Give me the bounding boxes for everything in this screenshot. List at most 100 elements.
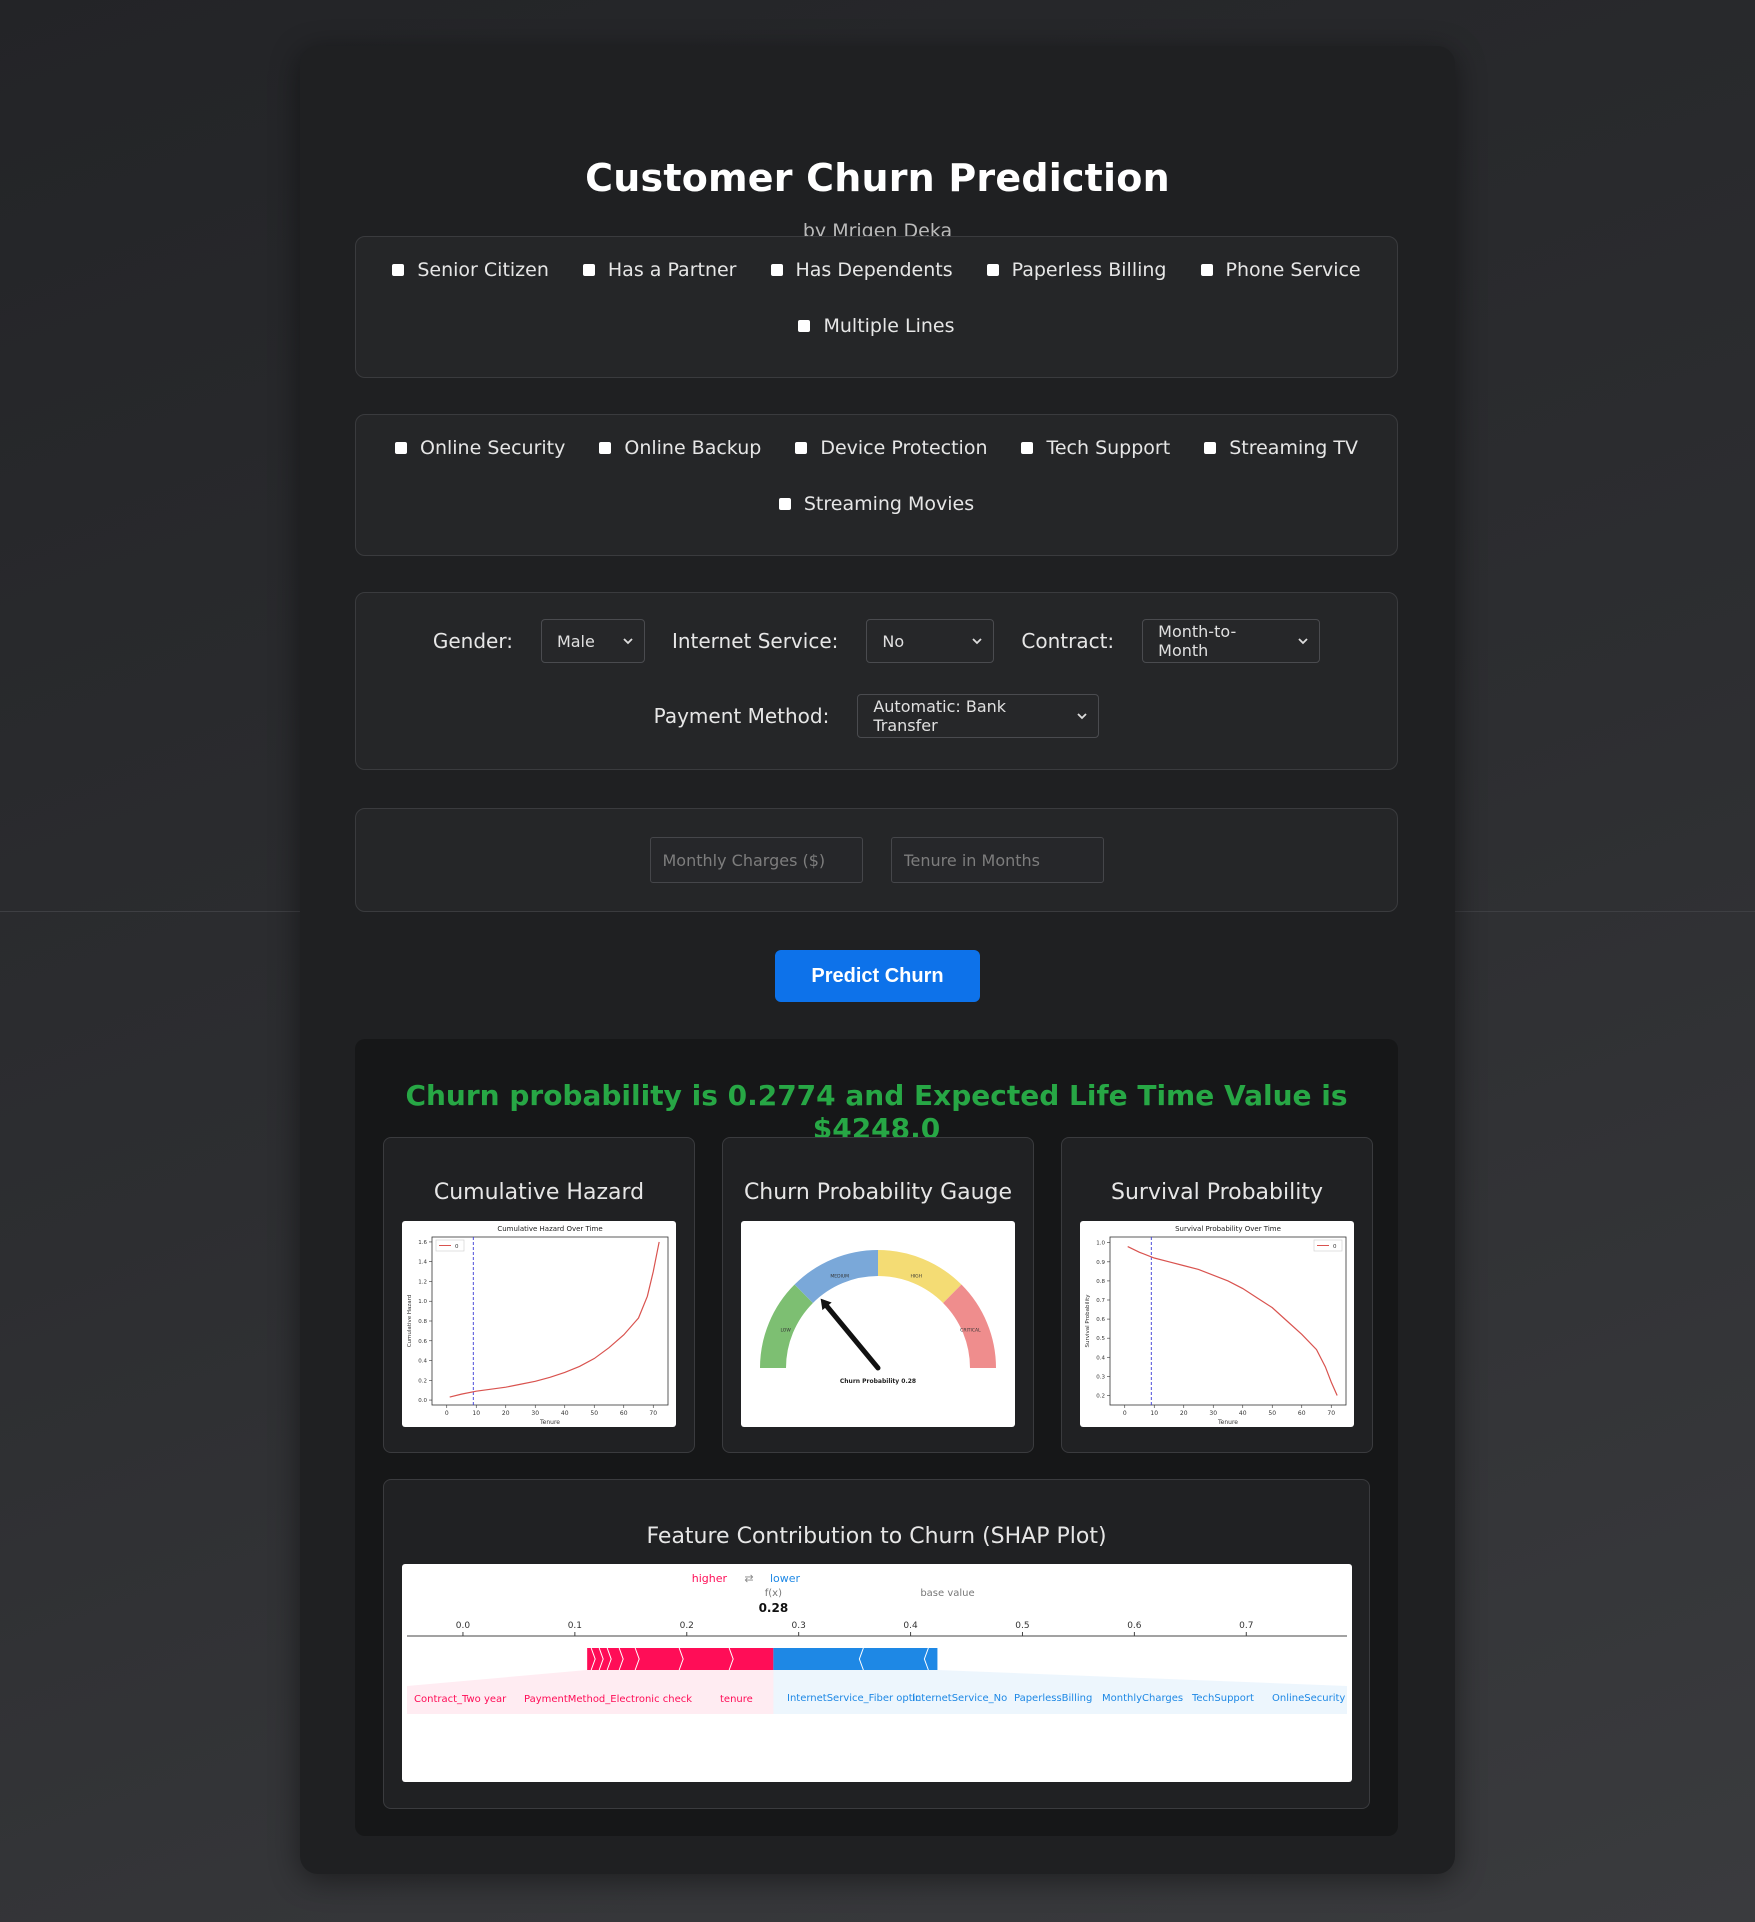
checkbox-has-dependents[interactable]: Has Dependents xyxy=(770,259,953,281)
contract-label: Contract: xyxy=(1021,629,1115,653)
contract-select[interactable]: Month-to-Month xyxy=(1142,619,1321,663)
hazard-x-tick-label: 50 xyxy=(590,1410,598,1417)
hazard-x-tick-label: 20 xyxy=(502,1410,510,1417)
checkbox-box[interactable] xyxy=(778,498,791,510)
checkbox-multiple-lines[interactable]: Multiple Lines xyxy=(798,315,955,337)
hazard-x-tick-label: 60 xyxy=(620,1410,628,1417)
survival-y-tick-label: 0.6 xyxy=(1096,1317,1105,1323)
predict-churn-button[interactable]: Predict Churn xyxy=(775,950,980,1002)
shap-x-tick-label: 0.3 xyxy=(792,1621,806,1631)
survival-legend-label: 0 xyxy=(1333,1244,1337,1250)
tenure-input[interactable] xyxy=(890,837,1104,883)
internet-service-label: Internet Service: xyxy=(671,629,839,653)
survival-frame xyxy=(1109,1236,1347,1406)
chevron-down-icon xyxy=(623,638,633,645)
inputs-panel xyxy=(355,808,1398,912)
checkbox-device-protection[interactable]: Device Protection xyxy=(795,437,987,459)
checkbox-tech-support[interactable]: Tech Support xyxy=(1021,437,1170,459)
shap-negative-chevron xyxy=(986,1647,992,1671)
checkbox-box[interactable] xyxy=(795,442,808,454)
checkbox-senior-citizen[interactable]: Senior Citizen xyxy=(392,259,549,281)
survival-x-tick-label: 50 xyxy=(1268,1410,1276,1417)
checkbox-box[interactable] xyxy=(798,320,811,332)
hazard-y-tick-label: 0.4 xyxy=(418,1359,427,1365)
checkbox-box[interactable] xyxy=(986,264,999,276)
shap-fx-label: f(x) xyxy=(765,1588,782,1599)
churn-gauge-card-title: Churn Probability Gauge xyxy=(743,1180,1013,1205)
checkbox-box[interactable] xyxy=(1204,442,1217,454)
survival-title: Survival Probability Over Time xyxy=(1175,1225,1281,1233)
shap-negative-chevron xyxy=(1074,1647,1080,1671)
checkbox-online-security[interactable]: Online Security xyxy=(395,437,565,459)
checkbox-box[interactable] xyxy=(1021,442,1034,454)
hazard-y-tick-label: 0.6 xyxy=(418,1339,427,1345)
survival-x-tick-label: 30 xyxy=(1209,1410,1217,1417)
checkbox-paperless-billing[interactable]: Paperless Billing xyxy=(986,259,1167,281)
gauge-band-label: MEDIUM xyxy=(830,1274,849,1280)
shap-negative-chevron xyxy=(1106,1647,1112,1671)
shap-card: Feature Contribution to Churn (SHAP Plot… xyxy=(383,1479,1370,1809)
checkbox-box[interactable] xyxy=(599,442,612,454)
survival-y-tick-label: 0.2 xyxy=(1096,1393,1105,1399)
payment-method-select[interactable]: Automatic: Bank Transfer xyxy=(857,694,1100,738)
shap-force-chart: higher lower ⇄ f(x) 0.28 base value 0.0 0.1 0.2 0… xyxy=(407,1572,1347,1714)
hazard-series-line xyxy=(449,1241,660,1398)
churn-gauge-plot: LOW MEDIUM HIGH CRITICAL Churn Probability 0… xyxy=(741,1221,1015,1427)
survival-x-tick-label: 20 xyxy=(1180,1410,1188,1417)
checkbox-box[interactable] xyxy=(582,264,595,276)
shap-negative-fan xyxy=(773,1670,1347,1714)
checkbox-online-backup[interactable]: Online Backup xyxy=(599,437,761,459)
checkbox-streaming-tv[interactable]: Streaming TV xyxy=(1204,437,1358,459)
hazard-title: Cumulative Hazard Over Time xyxy=(497,1225,602,1233)
gauge-needle xyxy=(824,1303,881,1371)
hazard-x-axis-label: Tenure xyxy=(539,1419,560,1426)
checkbox-streaming-movies[interactable]: Streaming Movies xyxy=(778,493,974,515)
checkbox-box[interactable] xyxy=(1200,264,1213,276)
survival-y-tick-label: 0.5 xyxy=(1096,1336,1105,1342)
shap-x-tick-label: 0.1 xyxy=(568,1621,582,1631)
survival-x-tick-label: 70 xyxy=(1327,1410,1335,1417)
checkbox-phone-service[interactable]: Phone Service xyxy=(1200,259,1361,281)
internet-service-select[interactable]: No xyxy=(866,619,995,663)
checkbox-box[interactable] xyxy=(395,442,407,454)
cumulative-hazard-chart: Cumulative Hazard Over Time 0 10 20 30 40 50 60… xyxy=(407,1225,669,1426)
page-title: Customer Churn Prediction xyxy=(585,156,1170,200)
gauge-band-label: HIGH xyxy=(910,1274,922,1280)
shap-positive-fan xyxy=(407,1670,774,1714)
hazard-y-tick-label: 0.0 xyxy=(418,1398,427,1404)
selects-panel: Gender: Male Internet Service: No Contra… xyxy=(355,592,1398,770)
checkbox-box[interactable] xyxy=(770,264,783,276)
survival-probability-card: Survival Probability Survival Probabilit… xyxy=(1061,1137,1373,1453)
services-panel: Online Security Online Backup Device Pro… xyxy=(355,414,1398,556)
result-text: Churn probability is 0.2774 and Expected… xyxy=(405,1079,1348,1145)
shap-plot: higher lower ⇄ f(x) 0.28 base value 0.0 0.1 0.2 0… xyxy=(402,1564,1352,1782)
survival-y-tick-label: 0.7 xyxy=(1096,1298,1105,1304)
hazard-x-tick-label: 40 xyxy=(561,1410,569,1417)
survival-x-axis-label: Tenure xyxy=(1217,1419,1238,1426)
gauge-caption: Churn Probability 0.28 xyxy=(840,1378,916,1385)
shap-arrows-icon: ⇄ xyxy=(744,1572,753,1585)
gender-select[interactable]: Male xyxy=(540,619,645,663)
survival-series-line xyxy=(1127,1246,1338,1396)
gauge-band-label: LOW xyxy=(780,1328,791,1334)
monthly-charges-input[interactable] xyxy=(649,837,863,883)
shap-x-tick-label: 0.5 xyxy=(1015,1621,1029,1631)
gauge-band-low xyxy=(760,1284,813,1368)
chevron-down-icon xyxy=(972,638,983,645)
shap-higher-label: higher xyxy=(692,1572,728,1585)
hazard-legend-label: 0 xyxy=(455,1244,459,1250)
shap-negative-bar xyxy=(773,1648,938,1670)
hazard-y-tick-label: 1.4 xyxy=(418,1260,427,1266)
checkbox-box[interactable] xyxy=(392,264,405,276)
survival-x-tick-label: 40 xyxy=(1239,1410,1247,1417)
survival-y-tick-label: 0.4 xyxy=(1096,1355,1105,1361)
checkbox-has-partner[interactable]: Has a Partner xyxy=(582,259,737,281)
survival-x-tick-label: 10 xyxy=(1150,1410,1158,1417)
shap-x-tick-label: 0.6 xyxy=(1127,1621,1142,1631)
chevron-down-icon xyxy=(1298,638,1308,645)
shap-x-tick-label: 0.4 xyxy=(903,1621,918,1631)
gender-label: Gender: xyxy=(432,629,513,653)
payment-method-label: Payment Method: xyxy=(653,704,830,728)
hazard-y-axis-label: Cumulative Hazard xyxy=(407,1295,413,1348)
hazard-frame xyxy=(431,1236,669,1406)
